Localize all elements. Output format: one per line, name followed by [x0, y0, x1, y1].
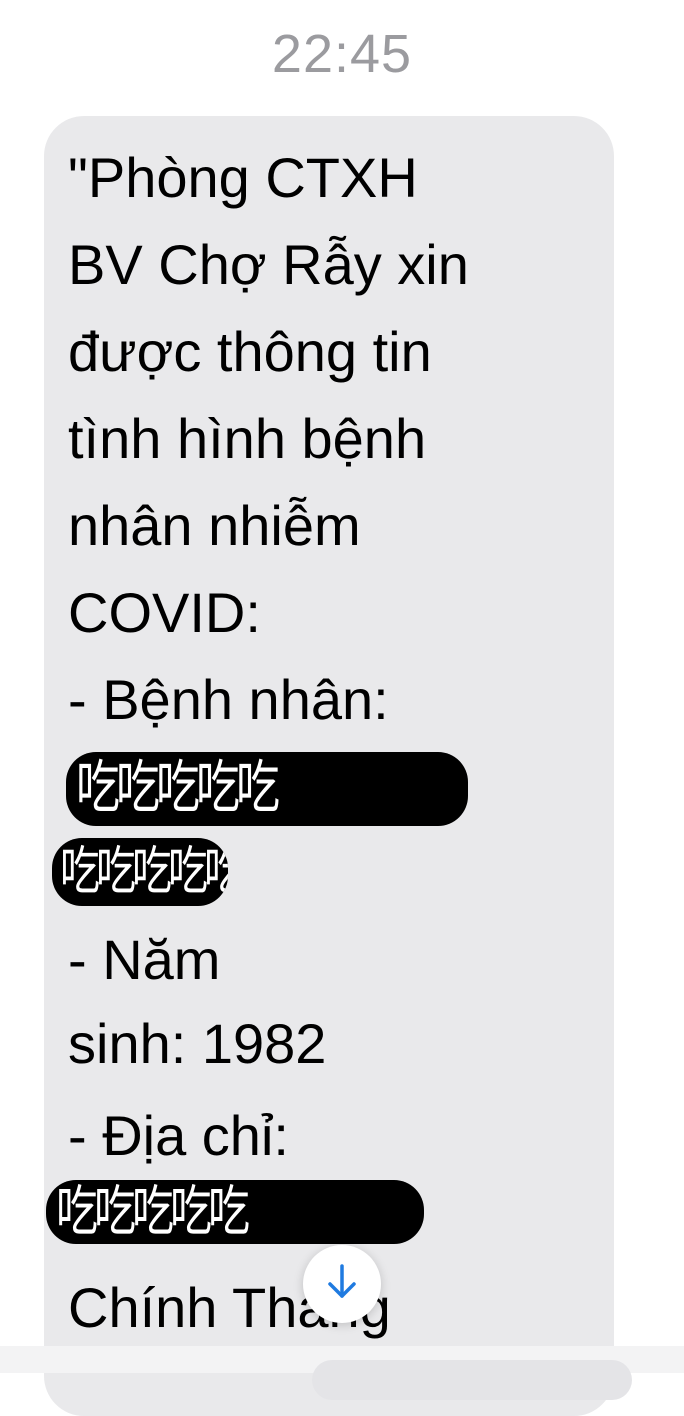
message-line: được thông tin: [68, 320, 432, 383]
message-line: COVID:: [68, 581, 261, 644]
scroll-to-bottom-button[interactable]: [303, 1245, 381, 1323]
message-line: "Phòng CTXH: [68, 146, 418, 209]
redaction-glyphs: 吃吃吃吃吃: [56, 1180, 250, 1244]
message-line: BV Chợ Rẫy xin: [68, 233, 469, 296]
message-line: - Bệnh nhân:: [68, 668, 389, 731]
redaction-glyphs: 吃吃吃吃吃: [76, 755, 280, 822]
message-line: - Địa chỉ:: [68, 1104, 289, 1167]
redaction-glyphs: 吃吃吃吃吃: [60, 842, 228, 902]
redaction-scribble: 吃吃吃吃吃: [46, 1180, 424, 1244]
redaction-scribble: 吃吃吃吃吃: [66, 752, 468, 826]
message-line: sinh: 1982: [68, 1012, 327, 1075]
message-line: nhân nhiễm: [68, 494, 361, 557]
message-timestamp: 22:45: [271, 24, 413, 84]
message-line: - Năm: [68, 928, 221, 991]
message-line: tình hình bệnh: [68, 407, 427, 470]
arrow-down-icon: [325, 1263, 359, 1306]
redaction-scribble: 吃吃吃吃吃: [52, 838, 228, 906]
next-message-bubble: [312, 1360, 632, 1400]
